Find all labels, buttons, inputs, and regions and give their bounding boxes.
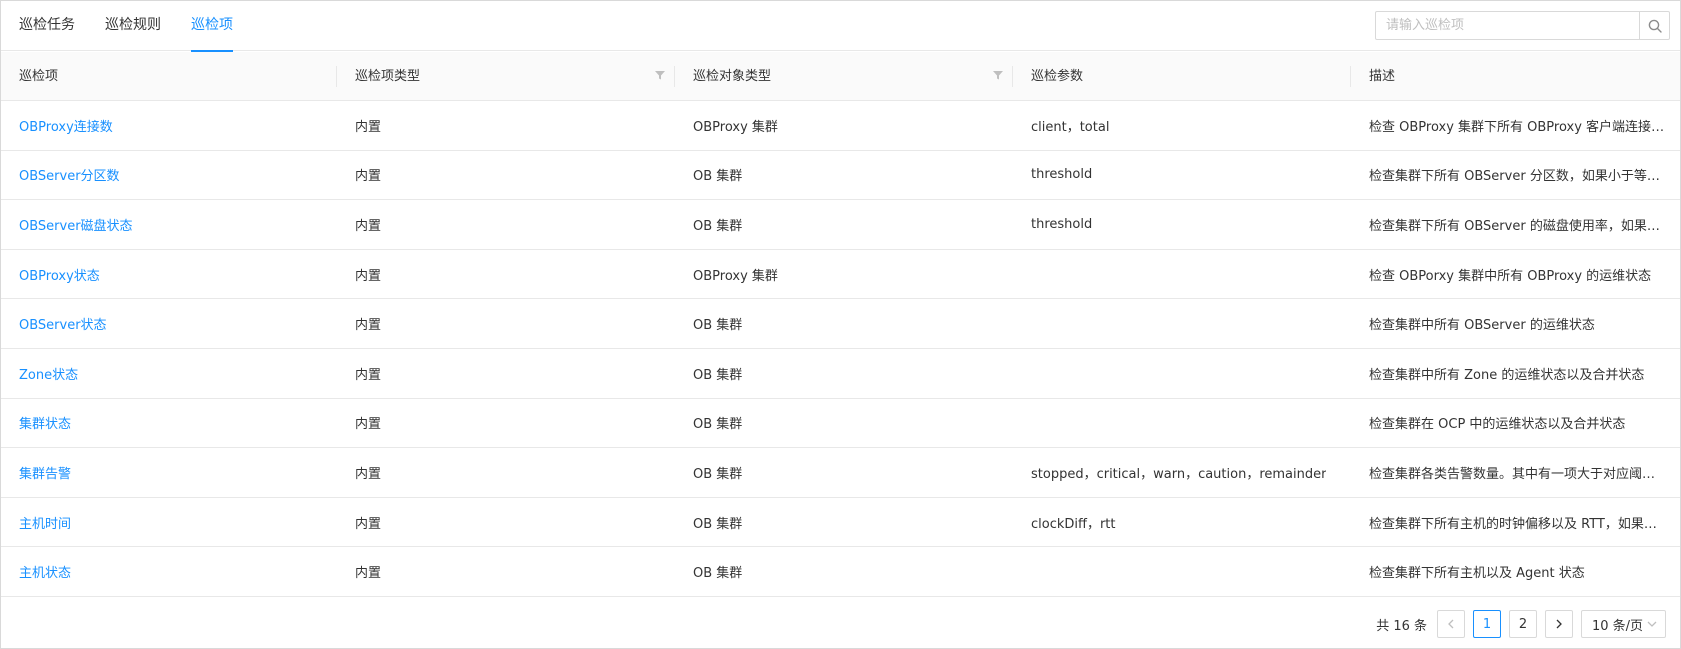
prev-page-button[interactable] [1437, 610, 1465, 638]
inspection-items-table: 巡检项 巡检项类型 巡检对象类型 巡检参数 描述 OBProxy连接数 内置 O… [1, 52, 1680, 597]
params: threshold [1031, 216, 1093, 232]
search-button[interactable] [1639, 12, 1669, 39]
item-name-link[interactable]: OBProxy连接数 [19, 116, 113, 135]
target-type: OB 集群 [693, 218, 743, 234]
item-type: 内置 [355, 516, 382, 532]
item-name-link[interactable]: OBServer分区数 [19, 165, 120, 184]
item-type: 内置 [355, 566, 382, 582]
search-input[interactable] [1376, 12, 1639, 39]
column-header-target-type: 巡检对象类型 [675, 52, 1013, 101]
tab-inspection-items[interactable]: 巡检项 [191, 1, 233, 52]
params: stopped，critical，warn，caution，remainder [1031, 466, 1327, 482]
target-type: OB 集群 [693, 466, 743, 482]
table-body: OBProxy连接数 内置 OBProxy 集群 client，total 检查… [1, 101, 1680, 597]
item-name-link[interactable]: 主机状态 [19, 562, 71, 581]
next-page-button[interactable] [1545, 610, 1573, 638]
target-type: OB 集群 [693, 417, 743, 433]
item-type: 内置 [355, 218, 382, 234]
pagination: 共 16 条 1 2 10 条/页 [1376, 610, 1666, 638]
target-type: OBProxy 集群 [693, 119, 778, 135]
chevron-right-icon [1556, 619, 1562, 629]
description: 检查集群下所有主机以及 Agent 状态 [1369, 566, 1585, 582]
target-type: OB 集群 [693, 169, 743, 185]
page-size-select[interactable]: 10 条/页 [1581, 610, 1666, 638]
description: 检查集群各类告警数量。其中有一项大于对应阈值则... [1369, 466, 1666, 482]
search-box [1375, 11, 1670, 40]
description: 检查 OBProxy 集群下所有 OBProxy 客户端连接数和... [1369, 119, 1666, 135]
table-row: Zone状态 内置 OB 集群 检查集群中所有 Zone 的运维状态以及合并状态 [1, 349, 1680, 399]
table-row: 集群告警 内置 OB 集群 stopped，critical，warn，caut… [1, 448, 1680, 498]
description: 检查集群在 OCP 中的运维状态以及合并状态 [1369, 417, 1626, 433]
item-name-link[interactable]: OBProxy状态 [19, 265, 100, 284]
table-row: 集群状态 内置 OB 集群 检查集群在 OCP 中的运维状态以及合并状态 [1, 399, 1680, 449]
filter-icon[interactable] [993, 70, 1003, 80]
column-header-item-type: 巡检项类型 [337, 52, 675, 101]
column-header-description: 描述 [1369, 69, 1396, 84]
table-row: OBProxy连接数 内置 OBProxy 集群 client，total 检查… [1, 101, 1680, 151]
table-row: 主机时间 内置 OB 集群 clockDiff，rtt 检查集群下所有主机的时钟… [1, 498, 1680, 548]
item-name-link[interactable]: 集群状态 [19, 413, 71, 432]
column-header-item: 巡检项 [1, 52, 337, 101]
params: client，total [1031, 119, 1110, 135]
item-name-link[interactable]: Zone状态 [19, 364, 78, 383]
table-row: OBServer状态 内置 OB 集群 检查集群中所有 OBServer 的运维… [1, 299, 1680, 349]
description: 检查集群下所有 OBServer 分区数，如果小于等于阈... [1369, 169, 1666, 185]
page-button-1[interactable]: 1 [1473, 610, 1501, 638]
target-type: OB 集群 [693, 516, 743, 532]
item-type: 内置 [355, 466, 382, 482]
item-type: 内置 [355, 367, 382, 383]
page-button-2[interactable]: 2 [1509, 610, 1537, 638]
tab-list: 巡检任务 巡检规则 巡检项 [19, 1, 263, 52]
item-name-link[interactable]: 集群告警 [19, 463, 71, 482]
item-type: 内置 [355, 119, 382, 135]
item-type: 内置 [355, 417, 382, 433]
target-type: OB 集群 [693, 367, 743, 383]
description: 检查集群中所有 Zone 的运维状态以及合并状态 [1369, 367, 1645, 383]
item-name-link[interactable]: 主机时间 [19, 513, 71, 532]
target-type: OB 集群 [693, 318, 743, 334]
tabs-bar: 巡检任务 巡检规则 巡检项 [1, 1, 1680, 52]
page-size-value: 10 条/页 [1592, 618, 1644, 634]
chevron-down-icon [1647, 621, 1657, 627]
item-type: 内置 [355, 268, 382, 284]
item-type: 内置 [355, 318, 382, 334]
target-type: OBProxy 集群 [693, 268, 778, 284]
tab-inspection-rules[interactable]: 巡检规则 [105, 1, 161, 51]
item-name-link[interactable]: OBServer状态 [19, 314, 107, 333]
table-row: OBProxy状态 内置 OBProxy 集群 检查 OBPorxy 集群中所有… [1, 250, 1680, 300]
inspection-items-page: 巡检任务 巡检规则 巡检项 巡检项 巡检项类型 [0, 0, 1681, 649]
params: clockDiff，rtt [1031, 516, 1116, 532]
table-row: OBServer分区数 内置 OB 集群 threshold 检查集群下所有 O… [1, 151, 1680, 201]
item-type: 内置 [355, 169, 382, 185]
table-row: OBServer磁盘状态 内置 OB 集群 threshold 检查集群下所有 … [1, 200, 1680, 250]
description: 检查集群中所有 OBServer 的运维状态 [1369, 318, 1595, 334]
tab-inspection-tasks[interactable]: 巡检任务 [19, 1, 75, 51]
description: 检查集群下所有主机的时钟偏移以及 RTT，如果有一... [1369, 516, 1666, 532]
description: 检查 OBPorxy 集群中所有 OBProxy 的运维状态 [1369, 268, 1652, 284]
total-count: 共 16 条 [1376, 618, 1427, 634]
table-row: 主机状态 内置 OB 集群 检查集群下所有主机以及 Agent 状态 [1, 547, 1680, 597]
description: 检查集群下所有 OBServer 的磁盘使用率，如果小于... [1369, 218, 1666, 234]
filter-icon[interactable] [655, 70, 665, 80]
chevron-left-icon [1448, 619, 1454, 629]
table-header: 巡检项 巡检项类型 巡检对象类型 巡检参数 描述 [1, 52, 1680, 101]
params: threshold [1031, 167, 1093, 183]
column-header-params: 巡检参数 [1013, 52, 1351, 101]
target-type: OB 集群 [693, 566, 743, 582]
item-name-link[interactable]: OBServer磁盘状态 [19, 215, 133, 234]
search-icon [1648, 19, 1662, 33]
